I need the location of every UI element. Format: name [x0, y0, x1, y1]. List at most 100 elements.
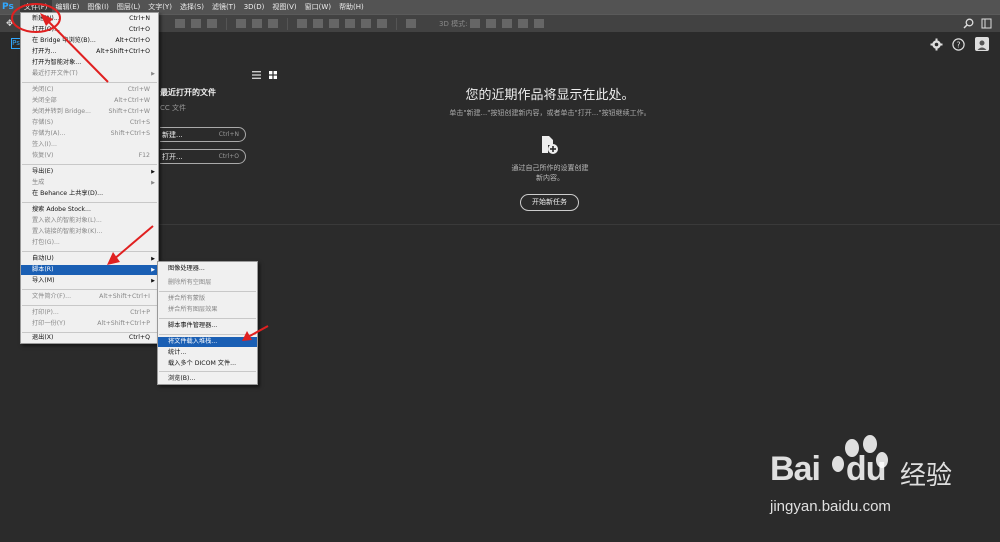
- file-menu-item-share-behance[interactable]: 在 Behance 上共享(D)...: [21, 189, 158, 199]
- align-right-icon[interactable]: [207, 19, 217, 28]
- scripts-item-image-processor[interactable]: 图像处理器...: [158, 264, 257, 274]
- scripts-item-delete-empty-layers[interactable]: 删除所有空图层: [158, 278, 257, 288]
- list-view-icon[interactable]: [252, 71, 261, 79]
- menu-item-label: 打包(G)...: [32, 239, 60, 246]
- distribute-middle-icon[interactable]: [313, 19, 323, 28]
- menu-filter[interactable]: 滤镜(T): [208, 0, 240, 14]
- divider: [226, 17, 227, 30]
- file-menu-item-open-as[interactable]: 打开为... Alt+Shift+Ctrl+O: [21, 47, 158, 57]
- workspace-icon[interactable]: [981, 18, 992, 29]
- file-menu-item-save[interactable]: 存储(S) Ctrl+S: [21, 118, 158, 128]
- menu-item-label: 关闭并转到 Bridge...: [32, 108, 91, 115]
- file-menu-item-file-info[interactable]: 文件简介(F)... Alt+Shift+Ctrl+I: [21, 292, 158, 302]
- menu-item-shortcut: Alt+Shift+Ctrl+O: [96, 48, 150, 55]
- menu-item-shortcut: Ctrl+N: [129, 15, 150, 22]
- grid-view-icon[interactable]: [269, 71, 277, 79]
- align-middle-icon[interactable]: [252, 19, 262, 28]
- cc-files-link[interactable]: CC 文件: [160, 103, 186, 113]
- file-menu-item-import[interactable]: 导入(M) ▶: [21, 276, 158, 286]
- menu-item-label: 脚本(R): [32, 266, 54, 273]
- menu-item-label: 最近打开文件(T): [32, 70, 78, 77]
- file-menu-item-close-all[interactable]: 关闭全部 Alt+Ctrl+W: [21, 96, 158, 106]
- gear-icon[interactable]: [930, 38, 943, 51]
- menu-item-shortcut: Shift+Ctrl+W: [108, 108, 150, 115]
- file-menu-item-new[interactable]: 新建(N)... Ctrl+N: [21, 14, 158, 24]
- recent-files-title: 最近打开的文件: [160, 88, 216, 97]
- menu-item-label: 退出(X): [32, 334, 54, 341]
- submenu-arrow-icon: ▶: [151, 71, 155, 77]
- menu-help[interactable]: 帮助(H): [335, 0, 368, 14]
- file-menu-item-automate[interactable]: 自动(U) ▶: [21, 254, 158, 264]
- new-button-label: 新建...: [162, 130, 183, 139]
- menu-item-shortcut: Ctrl+Q: [128, 334, 150, 341]
- file-menu-item-check-in[interactable]: 签入(I)...: [21, 140, 158, 150]
- file-menu-item-place-linked[interactable]: 置入链接的智能对象(K)...: [21, 227, 158, 237]
- distribute-top-icon[interactable]: [297, 19, 307, 28]
- scripts-item-browse[interactable]: 浏览(B)...: [158, 374, 257, 384]
- scripts-item-load-files-into-stack[interactable]: 将文件载入堆栈...: [158, 337, 257, 347]
- menu-item-label: 在 Behance 上共享(D)...: [32, 190, 104, 197]
- menu-item-label: 打印(P)...: [32, 309, 59, 316]
- 3d-scale-icon[interactable]: [534, 19, 545, 28]
- file-menu-item-print[interactable]: 打印(P)... Ctrl+P: [21, 308, 158, 318]
- align-bottom-icon[interactable]: [268, 19, 278, 28]
- new-button[interactable]: 新建... Ctrl+N: [160, 127, 246, 142]
- user-avatar-icon[interactable]: [975, 37, 989, 51]
- start-new-task-button[interactable]: 开始新任务: [520, 194, 579, 211]
- file-menu-item-open[interactable]: 打开(O)... Ctrl+O: [21, 25, 158, 35]
- file-menu-item-place-embedded[interactable]: 置入嵌入的智能对象(L)...: [21, 216, 158, 226]
- file-menu-item-package[interactable]: 打包(G)...: [21, 238, 158, 248]
- file-menu-item-revert[interactable]: 恢复(V) F12: [21, 151, 158, 161]
- menu-select[interactable]: 选择(S): [176, 0, 208, 14]
- scripts-item-load-dicom[interactable]: 载入多个 DICOM 文件...: [158, 359, 257, 369]
- watermark-cn: 经验: [900, 461, 953, 491]
- file-menu-item-print-one-copy[interactable]: 打印一份(Y) Alt+Shift+Ctrl+P: [21, 319, 158, 329]
- menu-item-shortcut: Alt+Ctrl+W: [114, 97, 150, 104]
- help-icon[interactable]: ?: [952, 38, 965, 51]
- file-menu-item-close[interactable]: 关闭(C) Ctrl+W: [21, 85, 158, 95]
- menu-item-label: 搜索 Adobe Stock...: [32, 206, 91, 213]
- scripts-item-flatten-effects[interactable]: 拼合所有图层效果: [158, 305, 257, 315]
- distribute-bottom-icon[interactable]: [329, 19, 339, 28]
- submenu-arrow-icon: ▶: [151, 256, 155, 262]
- search-icon[interactable]: [963, 18, 974, 29]
- align-left-icon[interactable]: [175, 19, 185, 28]
- file-menu-item-open-smart-object[interactable]: 打开为智能对象...: [21, 58, 158, 68]
- open-button[interactable]: 打开... Ctrl+O: [160, 149, 246, 164]
- menu-item-label: 文件简介(F)...: [32, 293, 72, 300]
- 3d-pan-icon[interactable]: [502, 19, 513, 28]
- menu-item-label: 打开(O)...: [32, 26, 60, 33]
- file-menu-dropdown: 新建(N)... Ctrl+N 打开(O)... Ctrl+O 在 Bridge 中…: [20, 12, 159, 344]
- file-menu-item-exit[interactable]: 退出(X) Ctrl+Q: [21, 333, 158, 343]
- menu-item-shortcut: Ctrl+O: [128, 26, 150, 33]
- menu-separator: [159, 318, 256, 319]
- file-menu-item-save-as[interactable]: 存储为(A)... Shift+Ctrl+S: [21, 129, 158, 139]
- file-menu-item-search-stock[interactable]: 搜索 Adobe Stock...: [21, 205, 158, 215]
- align-center-icon[interactable]: [191, 19, 201, 28]
- 3d-roll-icon[interactable]: [486, 19, 497, 28]
- menu-3d[interactable]: 3D(D): [240, 0, 269, 14]
- menu-window[interactable]: 窗口(W): [301, 0, 335, 14]
- file-menu-item-recent[interactable]: 最近打开文件(T) ▶: [21, 69, 158, 79]
- file-menu-item-browse-bridge[interactable]: 在 Bridge 中浏览(B)... Alt+Ctrl+O: [21, 36, 158, 46]
- 3d-rotate-icon[interactable]: [470, 19, 481, 28]
- menu-item-label: 存储为(A)...: [32, 130, 66, 137]
- menu-separator: [22, 202, 157, 203]
- 3d-slide-icon[interactable]: [518, 19, 529, 28]
- file-menu-item-generate[interactable]: 生成 ▶: [21, 178, 158, 188]
- distribute-center-icon[interactable]: [361, 19, 371, 28]
- distribute-left-icon[interactable]: [345, 19, 355, 28]
- align-top-icon[interactable]: [236, 19, 246, 28]
- menu-view[interactable]: 视图(V): [268, 0, 300, 14]
- divider: [287, 17, 288, 30]
- file-menu-item-close-go-bridge[interactable]: 关闭并转到 Bridge... Shift+Ctrl+W: [21, 107, 158, 117]
- auto-align-icon[interactable]: [406, 19, 416, 28]
- scripts-item-flatten-masks[interactable]: 拼合所有蒙版: [158, 294, 257, 304]
- menu-item-label: 置入嵌入的智能对象(L)...: [32, 217, 102, 224]
- distribute-right-icon[interactable]: [377, 19, 387, 28]
- file-menu-item-export[interactable]: 导出(E) ▶: [21, 167, 158, 177]
- scripts-item-event-manager[interactable]: 脚本事件管理器...: [158, 321, 257, 331]
- file-menu-item-scripts[interactable]: 脚本(R) ▶: [21, 265, 158, 275]
- scripts-item-statistics[interactable]: 统计...: [158, 348, 257, 358]
- menu-separator: [159, 371, 256, 372]
